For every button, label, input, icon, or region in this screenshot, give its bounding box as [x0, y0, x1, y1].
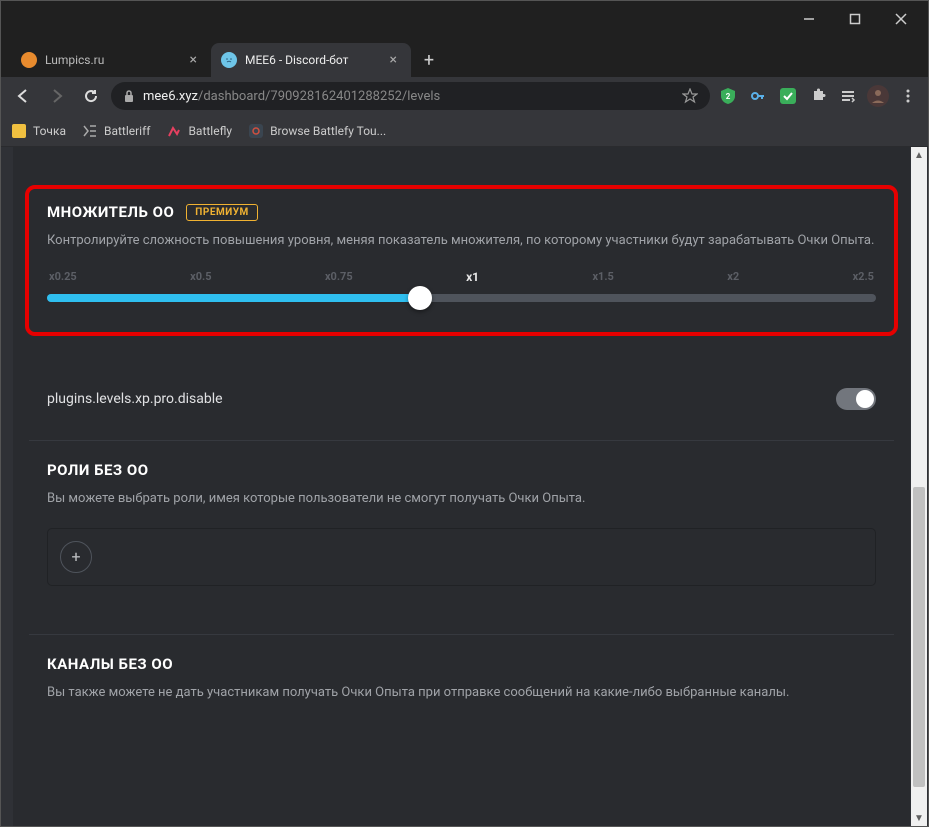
slider-mark: x2	[727, 270, 739, 284]
plus-icon: +	[71, 547, 80, 566]
window-minimize-button[interactable]	[786, 3, 832, 35]
profile-avatar-icon[interactable]	[866, 84, 890, 108]
section-title: КАНАЛЫ БЕЗ ОО	[47, 655, 876, 673]
roles-description: Вы можете выбрать роли, имея которые пол…	[47, 489, 876, 510]
page-content: МНОЖИТЕЛЬ ОО ПРЕМИУМ Контролируйте сложн…	[13, 147, 910, 826]
forward-button[interactable]	[43, 82, 71, 110]
window-titlebar	[1, 1, 928, 37]
tab-title: MEE6 - Discord-бот	[245, 53, 348, 67]
extension-shield-icon[interactable]: 2	[716, 84, 740, 108]
bookmark-label: Battlefly	[188, 124, 232, 138]
roles-add-box: +	[47, 528, 876, 586]
back-button[interactable]	[9, 82, 37, 110]
tab-favicon-icon	[21, 52, 37, 68]
multiplier-title: МНОЖИТЕЛЬ ОО	[47, 203, 174, 221]
bookmark-icon	[82, 123, 98, 139]
slider-marks: x0.25 x0.5 x0.75 x1 x1.5 x2 x2.5	[47, 270, 876, 284]
xp-disable-toggle[interactable]	[836, 388, 876, 410]
bookmark-icon	[166, 123, 182, 139]
browser-tabbar: Lumpics.ru × MEE6 - Discord-бот × +	[1, 37, 928, 77]
roles-title: РОЛИ БЕЗ ОО	[47, 461, 149, 479]
no-xp-channels-section: КАНАЛЫ БЕЗ ОО Вы также можете не дать уч…	[29, 641, 894, 746]
window-close-button[interactable]	[878, 3, 924, 35]
bookmark-star-icon[interactable]	[682, 88, 698, 104]
bookmark-icon	[248, 123, 264, 139]
scroll-up-arrow-icon[interactable]: ▲	[911, 147, 927, 163]
channels-title: КАНАЛЫ БЕЗ ОО	[47, 655, 173, 673]
channels-description: Вы также можете не дать участникам получ…	[47, 683, 876, 704]
extension-check-icon[interactable]	[776, 84, 800, 108]
bookmark-label: Browse Battlefy Tou...	[270, 124, 386, 138]
xp-disable-row: plugins.levels.xp.pro.disable	[29, 364, 894, 434]
lock-icon	[123, 89, 135, 103]
tab-close-icon[interactable]: ×	[386, 50, 401, 70]
tab-close-icon[interactable]: ×	[186, 50, 201, 70]
scrollbar-thumb[interactable]	[913, 487, 925, 787]
divider	[29, 634, 894, 635]
slider-mark: x0.5	[190, 270, 211, 284]
bookmark-icon	[11, 123, 27, 139]
xp-multiplier-slider[interactable]	[47, 294, 876, 302]
bookmark-item[interactable]: Battleriff	[82, 123, 150, 139]
toggle-label: plugins.levels.xp.pro.disable	[47, 391, 223, 407]
address-bar[interactable]: mee6.xyz/dashboard/790928162401288252/le…	[111, 82, 710, 110]
divider	[29, 440, 894, 441]
bookmark-item[interactable]: Browse Battlefy Tou...	[248, 123, 386, 139]
bookmarks-bar: Точка Battleriff Battlefly Browse Battle…	[1, 115, 928, 147]
slider-mark: x2.5	[853, 270, 874, 284]
bookmark-label: Точка	[33, 124, 66, 138]
no-xp-roles-section: РОЛИ БЕЗ ОО Вы можете выбрать роли, имея…	[29, 447, 894, 610]
slider-mark: x1.5	[592, 270, 613, 284]
page-viewport: МНОЖИТЕЛЬ ОО ПРЕМИУМ Контролируйте сложн…	[1, 147, 928, 826]
add-role-button[interactable]: +	[60, 541, 92, 573]
svg-text:2: 2	[726, 92, 731, 101]
vertical-scrollbar[interactable]: ▲ ▼	[911, 147, 927, 826]
multiplier-description: Контролируйте сложность повышения уровня…	[47, 231, 876, 252]
xp-multiplier-section: МНОЖИТЕЛЬ ОО ПРЕМИУМ Контролируйте сложн…	[25, 185, 898, 336]
reload-button[interactable]	[77, 82, 105, 110]
slider-thumb[interactable]	[408, 286, 432, 310]
section-title: МНОЖИТЕЛЬ ОО ПРЕМИУМ	[47, 203, 876, 221]
extensions-puzzle-icon[interactable]	[806, 84, 830, 108]
bookmark-label: Battleriff	[104, 124, 150, 138]
slider-mark-active: x1	[466, 270, 479, 284]
new-tab-button[interactable]: +	[415, 46, 443, 74]
reading-list-icon[interactable]	[836, 84, 860, 108]
browser-toolbar: mee6.xyz/dashboard/790928162401288252/le…	[1, 77, 928, 115]
browser-menu-icon[interactable]	[896, 84, 920, 108]
premium-badge: ПРЕМИУМ	[186, 204, 257, 221]
url-text: mee6.xyz/dashboard/790928162401288252/le…	[143, 89, 440, 104]
tab-favicon-icon	[221, 52, 237, 68]
tab-title: Lumpics.ru	[45, 53, 104, 67]
slider-mark: x0.75	[325, 270, 353, 284]
bookmark-item[interactable]: Точка	[11, 123, 66, 139]
browser-tab-active[interactable]: MEE6 - Discord-бот ×	[211, 43, 411, 77]
extension-key-icon[interactable]	[746, 84, 770, 108]
window-maximize-button[interactable]	[832, 3, 878, 35]
slider-fill	[47, 294, 420, 302]
section-title: РОЛИ БЕЗ ОО	[47, 461, 876, 479]
browser-tab[interactable]: Lumpics.ru ×	[11, 43, 211, 77]
toggle-knob	[856, 390, 874, 408]
slider-mark: x0.25	[49, 270, 77, 284]
bookmark-item[interactable]: Battlefly	[166, 123, 232, 139]
scroll-down-arrow-icon[interactable]: ▼	[911, 810, 927, 826]
